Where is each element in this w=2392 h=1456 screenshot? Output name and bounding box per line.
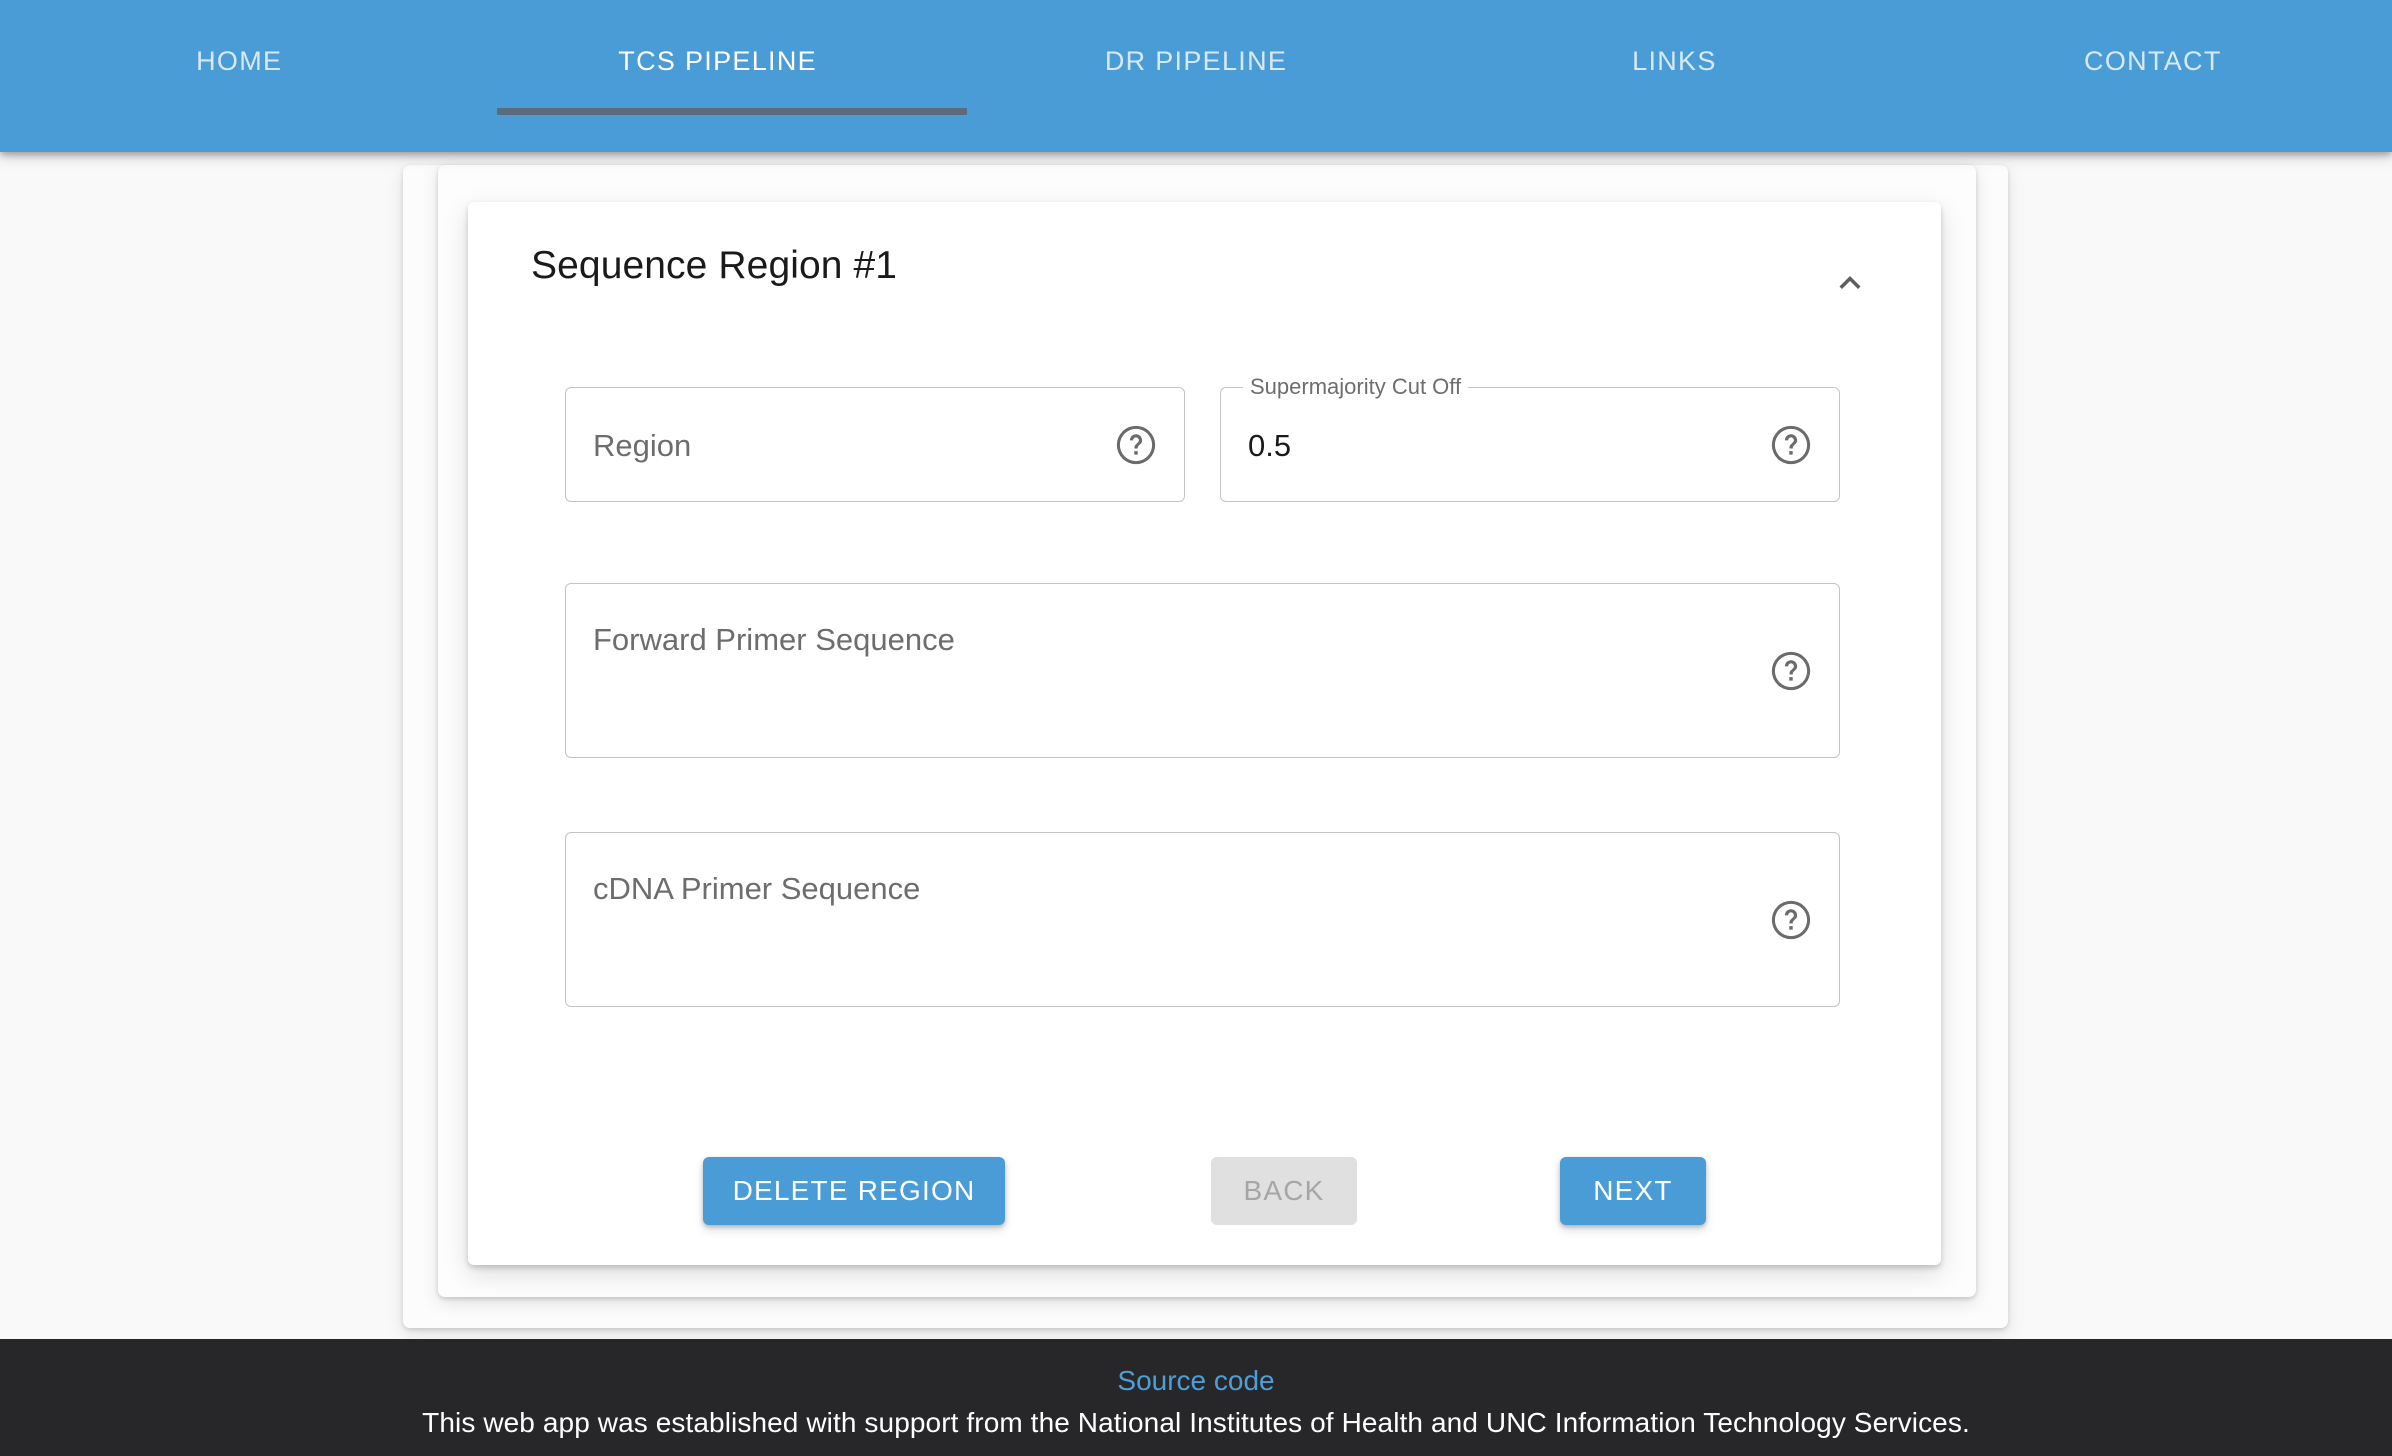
- nav-tab-dr-pipeline[interactable]: DR PIPELINE: [957, 0, 1435, 118]
- nav-tab-tcs-pipeline-label: TCS PIPELINE: [618, 45, 817, 76]
- nav-tab-tcs-pipeline[interactable]: TCS PIPELINE: [478, 0, 956, 118]
- forward-primer-help-circle-icon[interactable]: [1768, 648, 1814, 694]
- supermajority-cutoff-label: Supermajority Cut Off: [1243, 374, 1469, 400]
- supermajority-cutoff-input[interactable]: Supermajority Cut Off 0.5: [1220, 374, 1840, 502]
- region-help-circle-icon[interactable]: [1113, 422, 1159, 468]
- nav-tab-links-label: LINKS: [1632, 45, 1717, 76]
- next-button-label: NEXT: [1593, 1175, 1673, 1206]
- nav-tab-list: HOME TCS PIPELINE DR PIPELINE LINKS CONT…: [0, 0, 2392, 152]
- page-root: HOME TCS PIPELINE DR PIPELINE LINKS CONT…: [0, 0, 2392, 1456]
- supermajority-cutoff-help-circle-icon[interactable]: [1768, 422, 1814, 468]
- footer-attribution-text: This web app was established with suppor…: [422, 1407, 1970, 1438]
- forward-primer-sequence-input[interactable]: Forward Primer Sequence: [565, 583, 1840, 758]
- source-code-link[interactable]: Source code: [0, 1365, 2392, 1397]
- supermajority-cutoff-value: 0.5: [1248, 428, 1292, 463]
- page-title: Sequence Region #1: [531, 244, 898, 287]
- cdna-primer-sequence-input[interactable]: cDNA Primer Sequence: [565, 832, 1840, 1007]
- nav-tab-dr-pipeline-label: DR PIPELINE: [1104, 45, 1288, 76]
- region-input[interactable]: Region: [565, 387, 1185, 502]
- forward-primer-sequence-placeholder: Forward Primer Sequence: [593, 622, 955, 657]
- delete-region-button-label: DELETE REGION: [732, 1175, 976, 1206]
- back-button[interactable]: BACK: [1211, 1157, 1357, 1225]
- back-button-label: BACK: [1243, 1175, 1325, 1206]
- cdna-primer-help-circle-icon[interactable]: [1768, 897, 1814, 943]
- cdna-primer-sequence-placeholder: cDNA Primer Sequence: [593, 871, 921, 906]
- nav-tab-home-label: HOME: [196, 45, 283, 76]
- nav-tab-contact-label: CONTACT: [2084, 45, 2222, 76]
- nav-tab-contact[interactable]: CONTACT: [1914, 0, 2392, 118]
- delete-region-button[interactable]: DELETE REGION: [703, 1157, 1005, 1225]
- chevron-up-icon[interactable]: [1810, 243, 1890, 323]
- region-input-placeholder: Region: [593, 428, 692, 463]
- next-button[interactable]: NEXT: [1560, 1157, 1706, 1225]
- top-navigation-bar: HOME TCS PIPELINE DR PIPELINE LINKS CONT…: [0, 0, 2392, 152]
- nav-tab-links[interactable]: LINKS: [1435, 0, 1913, 118]
- nav-tab-home[interactable]: HOME: [0, 0, 478, 118]
- active-tab-indicator: [497, 108, 967, 115]
- page-footer: Source code This web app was established…: [0, 1339, 2392, 1456]
